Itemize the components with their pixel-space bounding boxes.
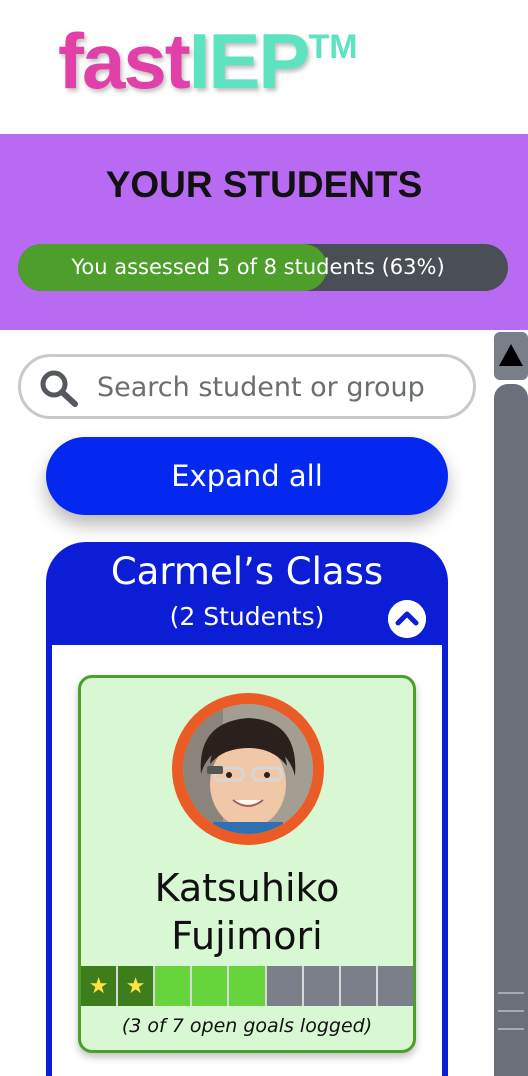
goals-caption: (3 of 7 open goals logged) bbox=[121, 1015, 373, 1037]
goal-segment-logged bbox=[229, 966, 267, 1006]
student-first-name: Katsuhiko bbox=[154, 866, 340, 910]
student-name: Katsuhiko Fujimori bbox=[81, 864, 413, 960]
logo-iep: IEP bbox=[188, 17, 311, 105]
avatar-ring bbox=[172, 693, 324, 845]
star-icon: ★ bbox=[88, 973, 109, 999]
scroll-up-button[interactable] bbox=[494, 332, 528, 380]
progress-text: You assessed 5 of 8 students (63%) bbox=[71, 255, 445, 279]
goal-segment-star: ★ bbox=[118, 966, 156, 1006]
avatar bbox=[183, 704, 313, 834]
logo-fast: fast bbox=[58, 17, 191, 105]
goal-segment-open bbox=[303, 966, 341, 1006]
assessment-progress-bar: You assessed 5 of 8 students (63%) bbox=[18, 244, 508, 291]
group-card: Carmel’s Class (2 Students) Katsuhiko Fu… bbox=[46, 542, 448, 1076]
group-body: Katsuhiko Fujimori ★ ★ (3 of 7 open goals… bbox=[52, 645, 442, 1076]
goal-segment-open bbox=[377, 966, 413, 1006]
search-icon bbox=[40, 370, 78, 407]
student-card[interactable]: Katsuhiko Fujimori ★ ★ (3 of 7 open goals… bbox=[78, 675, 416, 1053]
goal-segment-logged bbox=[192, 966, 230, 1006]
grip-line bbox=[498, 1010, 524, 1012]
goal-segment-open bbox=[340, 966, 378, 1006]
collapse-group-button[interactable] bbox=[388, 600, 426, 638]
student-photo bbox=[183, 704, 313, 834]
app-logo: fastIEPTM bbox=[58, 22, 358, 100]
scrollbar[interactable] bbox=[494, 330, 528, 1076]
students-header: YOUR STUDENTS You assessed 5 of 8 studen… bbox=[0, 134, 528, 330]
goal-segment-star: ★ bbox=[81, 966, 119, 1006]
logo-header: fastIEPTM bbox=[0, 0, 528, 134]
grip-line bbox=[498, 1028, 524, 1030]
page-title: YOUR STUDENTS bbox=[105, 164, 423, 205]
logo-trademark: TM bbox=[308, 28, 358, 66]
star-icon: ★ bbox=[125, 973, 146, 999]
search-box[interactable] bbox=[18, 354, 476, 419]
group-title: Carmel’s Class bbox=[110, 550, 384, 593]
scroll-thumb[interactable] bbox=[494, 384, 528, 1076]
goal-segment-open bbox=[266, 966, 304, 1006]
goal-segment-logged bbox=[155, 966, 193, 1006]
goals-progress: ★ ★ bbox=[81, 966, 413, 1006]
chevron-up-icon bbox=[388, 600, 426, 638]
student-last-name: Fujimori bbox=[171, 914, 323, 958]
grip-line bbox=[498, 992, 524, 994]
expand-all-button[interactable]: Expand all bbox=[46, 437, 448, 515]
triangle-up-icon bbox=[499, 344, 523, 366]
students-list-area: Expand all Carmel’s Class (2 Students) bbox=[0, 330, 494, 1076]
search-input[interactable] bbox=[97, 367, 467, 407]
